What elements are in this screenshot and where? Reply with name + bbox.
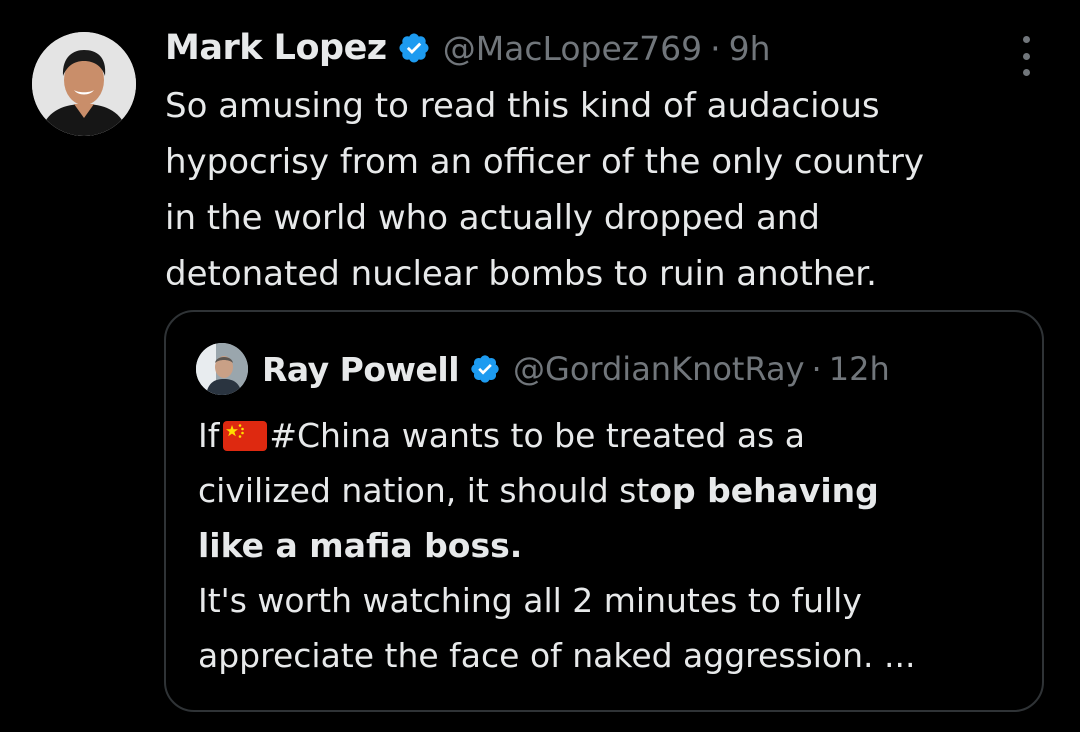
quoted-tweet-text: If #China wants to be treated as a civili… [198, 408, 1028, 683]
hashtag-link[interactable]: #China wants to be treated as a [269, 416, 805, 455]
tweet-header: Mark Lopez @MacLopez769 · 9h [165, 24, 771, 72]
quoted-author-avatar[interactable] [196, 343, 248, 395]
tweet[interactable]: Mark Lopez @MacLopez769 · 9h So amusing … [0, 0, 1080, 732]
tweet-text-line: in the world who actually dropped and [165, 198, 820, 238]
quoted-text-line: civilized nation, it should stop behavin… [198, 463, 1028, 518]
quoted-text-bold: op behaving [649, 471, 879, 510]
tweet-text-line: detonated nuclear bombs to ruin another. [165, 254, 877, 294]
verified-badge-icon[interactable] [469, 353, 501, 385]
tweet-timestamp[interactable]: 9h [729, 29, 771, 68]
separator-dot: · [710, 28, 721, 68]
more-options-icon[interactable] [1014, 36, 1038, 76]
tweet-text: So amusing to read this kind of audaciou… [165, 78, 1045, 302]
tweet-text-line: So amusing to read this kind of audaciou… [165, 86, 880, 126]
author-name[interactable]: Mark Lopez [165, 28, 387, 68]
quoted-author-handle[interactable]: @GordianKnotRay [513, 350, 805, 388]
quoted-text-line: It's worth watching all 2 minutes to ful… [198, 581, 862, 620]
verified-badge-icon[interactable] [397, 31, 431, 65]
more-dot [1022, 52, 1030, 60]
china-flag-icon [223, 421, 268, 451]
separator-dot: · [811, 350, 822, 388]
more-dot [1022, 69, 1030, 76]
quoted-text-line: If #China wants to be treated as a [198, 408, 1028, 463]
author-handle[interactable]: @MacLopez769 [443, 29, 702, 68]
quoted-text-bold: like a mafia boss. [198, 526, 523, 565]
quoted-author-name[interactable]: Ray Powell [262, 350, 460, 389]
quoted-tweet-timestamp[interactable]: 12h [829, 350, 890, 388]
quoted-tweet-header: Ray Powell @GordianKnotRay · 12h [196, 343, 890, 395]
quoted-text-line: like a mafia boss. [198, 518, 1028, 573]
quoted-tweet[interactable]: Ray Powell @GordianKnotRay · 12h If #Chin… [164, 310, 1044, 712]
quoted-text-prefix: If [198, 416, 220, 455]
more-dot [1022, 36, 1030, 43]
author-avatar[interactable] [32, 32, 136, 136]
quoted-text-line: appreciate the face of naked aggression.… [198, 636, 916, 675]
tweet-text-line: hypocrisy from an officer of the only co… [165, 142, 924, 182]
quoted-text-plain: civilized nation, it should st [198, 471, 650, 510]
